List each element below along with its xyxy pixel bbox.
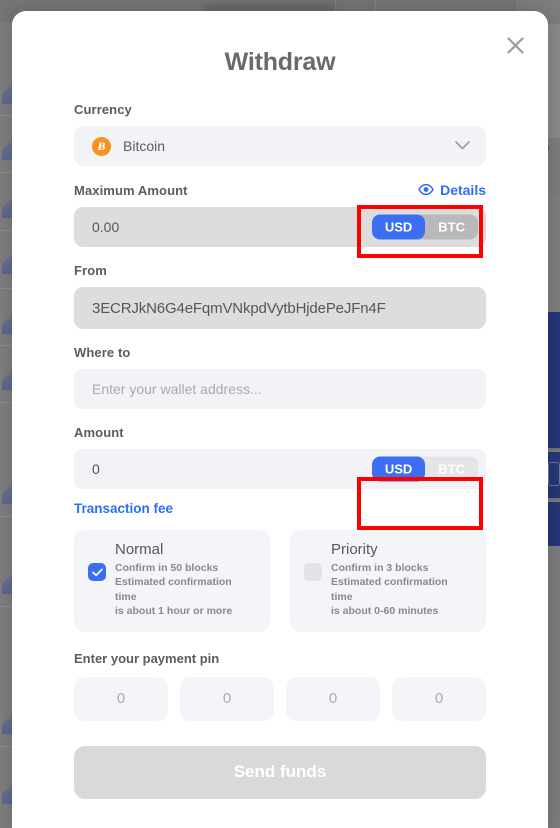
payment-pin-inputs: 0 0 0 0: [74, 676, 486, 721]
fee-option-title: Normal: [115, 541, 164, 558]
details-label: Details: [440, 182, 486, 198]
close-icon[interactable]: [500, 30, 530, 60]
fee-option-description: Confirm in 50 blocks Estimated confirmat…: [115, 561, 256, 619]
fee-option-priority[interactable]: Priority Confirm in 3 blocks Estimated c…: [290, 530, 486, 632]
from-address-field: 3ECRJkN6G4eFqmVNkpdVytbHjdePeJFn4F: [74, 287, 486, 329]
amount-value: 0: [92, 461, 100, 477]
amount-label: Amount: [74, 425, 124, 440]
withdraw-modal: Withdraw Currency Ƀ Bitcoin Maximum Amou…: [12, 11, 548, 828]
maximum-amount-input: 0.00 USD BTC: [74, 207, 486, 247]
transaction-fee-options: Normal Confirm in 50 blocks Estimated co…: [74, 530, 486, 632]
eye-icon: [418, 182, 434, 198]
wallet-address-placeholder: Enter your wallet address...: [92, 381, 262, 397]
where-to-label: Where to: [74, 345, 131, 360]
send-funds-button[interactable]: Send funds: [74, 745, 486, 799]
maximum-amount-value: 0.00: [92, 219, 120, 235]
transaction-fee-link[interactable]: Transaction fee: [74, 501, 173, 516]
fee-desc-line1: Confirm in 50 blocks: [115, 562, 219, 574]
amount-input[interactable]: 0 USD BTC: [74, 449, 486, 489]
currency-label: Currency: [74, 102, 132, 117]
pin-digit-input-4[interactable]: 0: [392, 676, 486, 721]
amount-unit-toggle[interactable]: USD BTC: [371, 456, 478, 482]
from-label: From: [74, 263, 107, 278]
unit-toggle-option-usd[interactable]: USD: [371, 456, 426, 482]
fee-desc-line3: is about 1 hour or more: [115, 605, 233, 618]
fee-option-checkbox[interactable]: [304, 563, 322, 581]
fee-desc-line2: Estimated confirmation time: [331, 576, 448, 603]
unit-toggle-option-btc[interactable]: BTC: [425, 457, 478, 482]
withdraw-form: Currency Ƀ Bitcoin Maximum Amount Detail…: [12, 102, 548, 799]
details-link[interactable]: Details: [418, 182, 486, 198]
unit-toggle-option-usd[interactable]: USD: [371, 214, 426, 240]
background-ghost-button: [548, 462, 560, 486]
page-title: Withdraw: [224, 48, 336, 76]
pin-digit-input-2[interactable]: 0: [180, 676, 274, 721]
from-address-value: 3ECRJkN6G4eFqmVNkpdVytbHjdePeJFn4F: [92, 299, 386, 317]
wallet-address-input[interactable]: Enter your wallet address...: [74, 369, 486, 409]
maximum-amount-unit-toggle[interactable]: USD BTC: [371, 214, 478, 240]
pin-digit-input-1[interactable]: 0: [74, 676, 168, 721]
fee-desc-line3: is about 0-60 minutes: [331, 605, 439, 618]
fee-option-description: Confirm in 3 blocks Estimated confirmati…: [331, 561, 472, 619]
fee-option-checkbox[interactable]: [88, 563, 106, 581]
fee-desc-line2: Estimated confirmation time: [115, 576, 232, 603]
payment-pin-label: Enter your payment pin: [74, 650, 220, 666]
currency-select[interactable]: Ƀ Bitcoin: [74, 126, 486, 166]
fee-option-normal[interactable]: Normal Confirm in 50 blocks Estimated co…: [74, 530, 270, 632]
pin-digit-input-3[interactable]: 0: [286, 676, 380, 721]
bitcoin-icon: Ƀ: [92, 136, 111, 156]
fee-option-title: Priority: [331, 541, 378, 558]
maximum-amount-label: Maximum Amount: [74, 183, 188, 198]
currency-selected-value: Bitcoin: [123, 138, 166, 154]
chevron-down-icon: [455, 137, 470, 155]
unit-toggle-option-btc[interactable]: BTC: [425, 215, 478, 240]
fee-desc-line1: Confirm in 3 blocks: [331, 562, 429, 574]
